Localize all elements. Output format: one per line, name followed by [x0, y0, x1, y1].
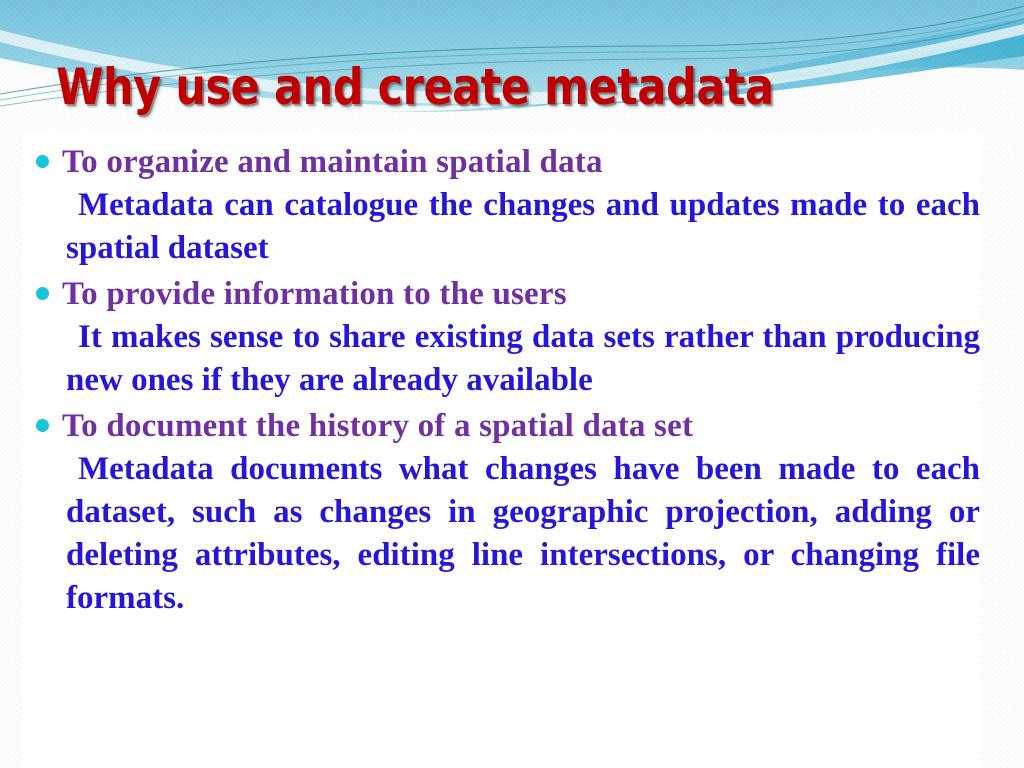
page-title: Why use and create metadata [56, 58, 774, 116]
bullet-heading-2: To provide information to the users [62, 276, 567, 312]
bullet-detail-2: It makes sense to share existing data se… [66, 319, 980, 398]
presentation-slide: Why use and create metadata To organize … [0, 0, 1024, 768]
bullet-detail-1: Metadata can catalogue the changes and u… [66, 187, 980, 266]
slide-body: To organize and maintain spatial data Me… [22, 140, 980, 620]
bullet-dot-icon [36, 287, 49, 300]
bullet-row-1: To organize and maintain spatial data [22, 140, 980, 184]
bullet-section-1: To organize and maintain spatial data Me… [22, 140, 980, 270]
bullet-row-3: To document the history of a spatial dat… [22, 404, 980, 448]
title-container: Why use and create metadata [56, 60, 890, 114]
bullet-dot-icon [36, 155, 49, 168]
bullet-section-3: To document the history of a spatial dat… [22, 404, 980, 620]
bullet-section-2: To provide information to the users It m… [22, 272, 980, 402]
bullet-detail-3: Metadata documents what changes have bee… [66, 451, 980, 616]
bullet-heading-3: To document the history of a spatial dat… [62, 408, 694, 444]
bullet-dot-icon [36, 419, 49, 432]
bullet-heading-1: To organize and maintain spatial data [62, 144, 603, 180]
bullet-row-2: To provide information to the users [22, 272, 980, 316]
